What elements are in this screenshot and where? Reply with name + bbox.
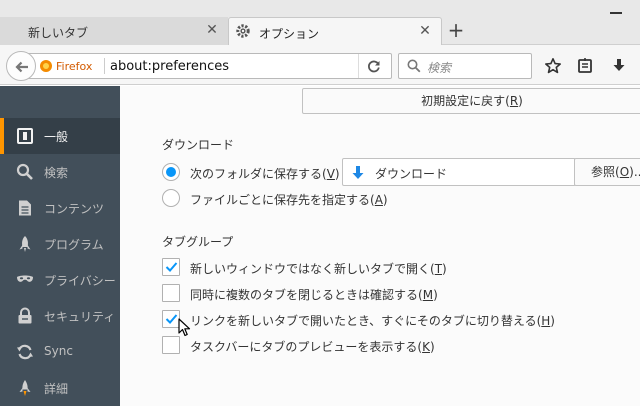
restore-defaults-button[interactable]: 初期設定に戻す(R) (302, 88, 640, 114)
bookmarks-menu-icon[interactable] (576, 57, 594, 75)
sidebar-item-label: セキュリティ (44, 310, 116, 324)
always-ask-text: ファイルごとに保存先を指定する (190, 193, 371, 207)
open-in-tabs-key: T (434, 262, 443, 276)
browse-label: 参照 (591, 165, 616, 179)
bookmark-star-icon[interactable] (544, 57, 562, 75)
preferences-sidebar: 一般 検索 コンテンツ プログラム プライバシー セキュリティ Sync 詳細 (0, 86, 120, 406)
identity-box[interactable]: Firefox (40, 54, 92, 78)
navigation-toolbar: Firefox about:preferences 検索 (0, 45, 640, 85)
back-arrow-icon (15, 61, 28, 73)
back-button[interactable] (6, 51, 36, 81)
taskbar-preview-text: タスクバーにタブのプレビューを表示する (190, 340, 418, 354)
close-icon[interactable]: ✕ (417, 23, 433, 39)
minimize-icon[interactable] (610, 12, 622, 14)
save-to-folder-radio[interactable] (162, 163, 180, 181)
download-arrow-icon (351, 165, 365, 184)
save-to-folder-key: V (326, 167, 335, 181)
warn-close-multiple-checkbox[interactable] (162, 284, 180, 302)
open-in-tabs-checkbox[interactable] (162, 258, 180, 276)
switch-to-new-tab-text: リンクを新しいタブで開いたとき、すぐにそのタブに切り替える (190, 314, 537, 328)
browse-suffix: ... (633, 165, 640, 179)
download-folder-name: ダウンロード (375, 167, 448, 181)
gear-icon (235, 23, 251, 39)
checkmark-icon (165, 262, 178, 272)
always-ask-label[interactable]: ファイルごとに保存先を指定する(A) (190, 191, 388, 208)
mouse-cursor-icon (178, 318, 191, 337)
tab-label: 新しいタブ (28, 26, 89, 40)
open-in-tabs-text: 新しいウィンドウではなく新しいタブで開く (190, 262, 431, 276)
warn-close-multiple-key: M (422, 288, 434, 302)
save-to-folder-label[interactable]: 次のフォルダに保存する(V) (190, 165, 340, 182)
save-to-folder-text: 次のフォルダに保存する (190, 167, 323, 181)
open-in-tabs-label[interactable]: 新しいウィンドウではなく新しいタブで開く(T) (190, 260, 447, 277)
sidebar-item-label: プライバシー (44, 274, 116, 288)
browse-button[interactable]: 参照(O)... (574, 158, 640, 186)
sidebar-item-label: Sync (44, 344, 73, 358)
identity-label: Firefox (56, 59, 93, 73)
close-icon[interactable]: ✕ (204, 22, 220, 38)
restore-defaults-key: R (509, 94, 519, 108)
firefox-logo-icon (40, 60, 52, 72)
search-icon (16, 163, 34, 181)
sidebar-item-label: プログラム (44, 238, 104, 252)
sync-icon (16, 343, 34, 361)
reload-icon[interactable] (366, 58, 382, 74)
checkmark-icon (165, 314, 178, 324)
reload-divider (358, 54, 359, 78)
sidebar-item-label: 検索 (44, 166, 69, 180)
taskbar-preview-checkbox[interactable] (162, 336, 180, 354)
downloads-section-title: ダウンロード (162, 138, 235, 152)
warn-close-multiple-text: 同時に複数のタブを閉じるときは確認する (190, 288, 419, 302)
tab-options[interactable]: オプション ✕ (228, 17, 442, 46)
taskbar-preview-label[interactable]: タスクバーにタブのプレビューを表示する(K) (190, 338, 435, 355)
browse-key: O (619, 165, 630, 179)
content-icon (16, 199, 34, 217)
tab-strip: 新しいタブ ✕ オプション ✕ + (0, 0, 640, 46)
search-placeholder: 検索 (427, 61, 452, 75)
privacy-mask-icon (16, 271, 34, 289)
always-ask-radio[interactable] (162, 189, 180, 207)
restore-defaults-label: 初期設定に戻す (421, 94, 506, 108)
sidebar-item-advanced[interactable]: 詳細 (0, 370, 120, 406)
switch-to-new-tab-key: H (541, 314, 551, 328)
sidebar-item-privacy[interactable]: プライバシー (0, 262, 120, 298)
security-lock-icon (16, 307, 34, 325)
sidebar-item-general[interactable]: 一般 (0, 118, 120, 154)
url-text[interactable]: about:preferences (110, 59, 229, 74)
search-icon (407, 59, 421, 76)
warn-close-multiple-label[interactable]: 同時に複数のタブを閉じるときは確認する(M) (190, 286, 438, 303)
search-bar[interactable]: 検索 (398, 53, 532, 79)
switch-to-new-tab-label[interactable]: リンクを新しいタブで開いたとき、すぐにそのタブに切り替える(H) (190, 312, 555, 329)
applications-icon (16, 235, 34, 253)
tab-new-tab[interactable]: 新しいタブ ✕ (0, 17, 228, 46)
sidebar-item-applications[interactable]: プログラム (0, 226, 120, 262)
preferences-pane: 初期設定に戻す(R) ダウンロード 次のフォルダに保存する(V) ダウンロード … (120, 86, 640, 406)
advanced-icon (16, 379, 34, 397)
tab-label: オプション (259, 27, 320, 41)
general-icon (16, 127, 34, 145)
tab-groups-section-title: タブグループ (162, 235, 234, 249)
sidebar-item-search[interactable]: 検索 (0, 154, 120, 190)
download-folder-field[interactable]: ダウンロード (342, 158, 576, 186)
identity-divider (104, 58, 105, 74)
always-ask-key: A (374, 193, 383, 207)
sidebar-item-label: 詳細 (44, 382, 69, 396)
url-bar[interactable]: Firefox about:preferences (24, 53, 392, 79)
new-tab-plus-icon[interactable]: + (446, 20, 466, 40)
sidebar-item-sync[interactable]: Sync (0, 334, 120, 370)
download-arrow-icon[interactable] (610, 57, 628, 75)
sidebar-item-label: コンテンツ (44, 202, 105, 216)
sidebar-item-security[interactable]: セキュリティ (0, 298, 120, 334)
taskbar-preview-key: K (422, 340, 430, 354)
sidebar-item-label: 一般 (44, 130, 69, 144)
sidebar-item-content[interactable]: コンテンツ (0, 190, 120, 226)
